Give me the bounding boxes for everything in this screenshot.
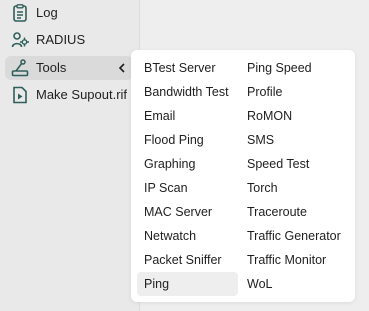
menu-item-label: WoL (247, 277, 273, 291)
sidebar-item-label: Tools (36, 60, 67, 75)
menu-item-label: Traffic Generator (247, 229, 341, 243)
sidebar: Log RADIUS Tools Make Supout.rif (0, 0, 139, 311)
sidebar-item-label: RADIUS (36, 32, 86, 47)
sidebar-item-log[interactable]: Log (5, 1, 133, 25)
menu-item-netwatch[interactable]: Netwatch (137, 224, 238, 248)
menu-item-ping[interactable]: Ping (137, 272, 238, 296)
menu-item-packet-sniffer[interactable]: Packet Sniffer (137, 248, 238, 272)
menu-item-romon[interactable]: RoMON (240, 104, 349, 128)
radius-icon (11, 32, 29, 48)
menu-item-profile[interactable]: Profile (240, 80, 349, 104)
menu-item-label: Email (144, 109, 176, 123)
menu-item-bandwidth-test[interactable]: Bandwidth Test (137, 80, 238, 104)
sidebar-item-tools[interactable]: Tools (5, 56, 133, 80)
menu-item-flood-ping[interactable]: Flood Ping (137, 128, 238, 152)
menu-item-traffic-generator[interactable]: Traffic Generator (240, 224, 349, 248)
menu-item-speed-test[interactable]: Speed Test (240, 152, 349, 176)
sidebar-item-radius[interactable]: RADIUS (5, 28, 133, 52)
menu-item-label: Profile (247, 85, 283, 99)
menu-item-label: BTest Server (144, 61, 216, 75)
sidebar-item-label: Log (36, 5, 58, 20)
menu-item-label: Netwatch (144, 229, 197, 243)
menu-item-label: Graphing (144, 157, 196, 171)
menu-item-label: Traceroute (247, 205, 307, 219)
sidebar-item-label: Make Supout.rif (36, 87, 128, 102)
menu-item-sms[interactable]: SMS (240, 128, 349, 152)
menu-item-label: SMS (247, 133, 275, 147)
menu-item-traffic-monitor[interactable]: Traffic Monitor (240, 248, 349, 272)
menu-item-ping-speed[interactable]: Ping Speed (240, 56, 349, 80)
menu-item-label: IP Scan (144, 181, 188, 195)
menu-item-label: Ping (144, 277, 170, 291)
supout-icon (13, 86, 27, 104)
menu-item-label: Bandwidth Test (144, 85, 229, 99)
menu-item-wol[interactable]: WoL (240, 272, 349, 296)
menu-item-torch[interactable]: Torch (240, 176, 349, 200)
menu-item-ip-scan[interactable]: IP Scan (137, 176, 238, 200)
log-icon (13, 4, 27, 22)
menu-item-mac-server[interactable]: MAC Server (137, 200, 238, 224)
sidebar-item-make-supout[interactable]: Make Supout.rif (5, 83, 133, 107)
menu-item-label: Torch (247, 181, 278, 195)
menu-item-label: RoMON (247, 109, 293, 123)
menu-item-label: Flood Ping (144, 133, 204, 147)
menu-item-btest-server[interactable]: BTest Server (137, 56, 238, 80)
menu-item-email[interactable]: Email (137, 104, 238, 128)
menu-item-graphing[interactable]: Graphing (137, 152, 238, 176)
menu-item-label: MAC Server (144, 205, 213, 219)
menu-item-label: Speed Test (247, 157, 310, 171)
tools-icon (11, 59, 29, 77)
menu-item-traceroute[interactable]: Traceroute (240, 200, 349, 224)
chevron-left-icon (118, 63, 125, 73)
menu-item-label: Packet Sniffer (144, 253, 222, 267)
menu-item-label: Ping Speed (247, 61, 312, 75)
tools-submenu: BTest Server Bandwidth Test Email Flood … (131, 50, 355, 302)
menu-item-label: Traffic Monitor (247, 253, 327, 267)
